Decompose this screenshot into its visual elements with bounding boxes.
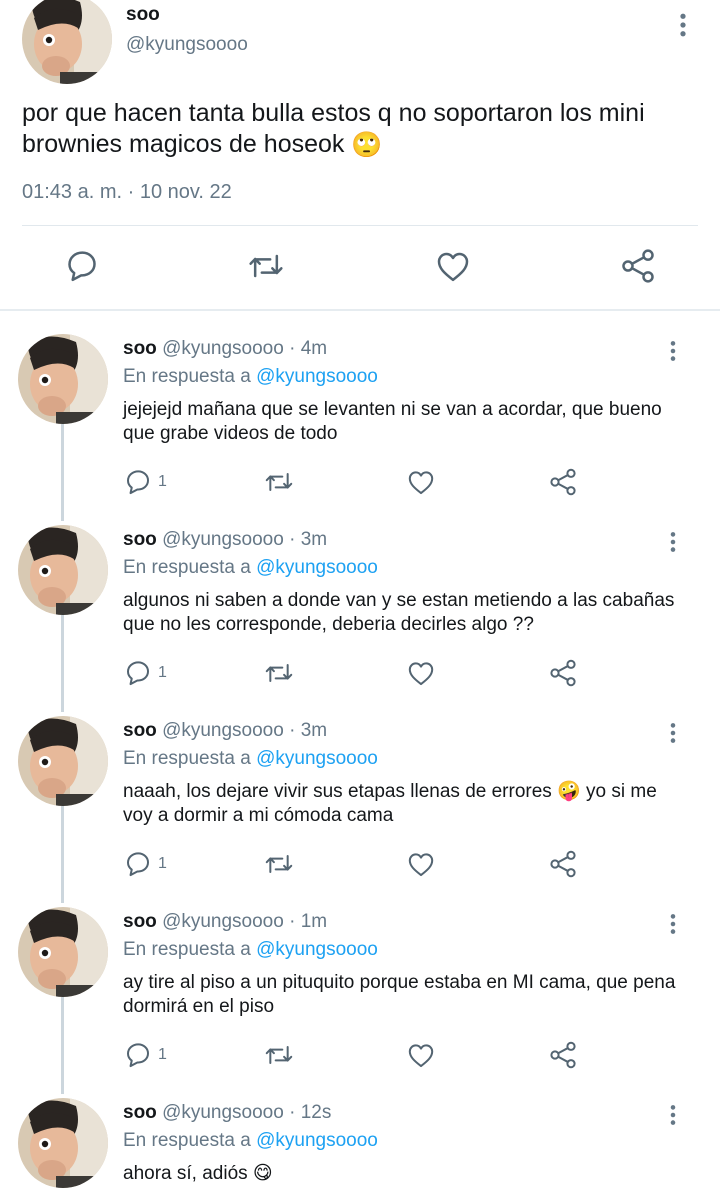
reply-tweet[interactable]: soo @kyungsoooo · 1m En respuesta a @kyu…: [0, 885, 720, 1076]
reply-header[interactable]: soo @kyungsoooo · 12s: [123, 1102, 331, 1124]
author-handle[interactable]: @kyungsoooo · 1m: [162, 911, 327, 932]
reply-icon[interactable]: [122, 848, 154, 880]
tweet-text-content: ahora sí, adiós: [123, 1163, 248, 1185]
reply-header[interactable]: soo @kyungsoooo · 3m: [123, 720, 327, 742]
section-separator: [0, 309, 720, 311]
like-icon[interactable]: [405, 1039, 437, 1071]
reply-count: 1: [158, 473, 167, 490]
reply-count: 1: [158, 664, 167, 681]
avatar[interactable]: [18, 1098, 108, 1188]
share-icon[interactable]: [547, 466, 579, 498]
retweet-icon[interactable]: [263, 848, 295, 880]
in-reply-to: En respuesta a @kyungsoooo: [123, 1130, 378, 1152]
avatar[interactable]: [18, 907, 108, 997]
in-reply-to: En respuesta a @kyungsoooo: [123, 748, 378, 770]
more-icon[interactable]: [660, 1100, 686, 1130]
retweet-icon[interactable]: [263, 1039, 295, 1071]
author-handle[interactable]: @kyungsoooo · 3m: [162, 529, 327, 550]
reply-icon[interactable]: [122, 657, 154, 689]
reply-tweet[interactable]: soo @kyungsoooo · 3m En respuesta a @kyu…: [0, 694, 720, 885]
more-icon[interactable]: [660, 527, 686, 557]
share-icon[interactable]: [547, 1039, 579, 1071]
in-reply-prefix: En respuesta a: [123, 748, 251, 769]
like-icon[interactable]: [405, 848, 437, 880]
share-icon[interactable]: [547, 848, 579, 880]
tweet-text-content: por que hacen tanta bulla estos q no sop…: [22, 99, 645, 158]
reply-tweet[interactable]: soo @kyungsoooo · 3m En respuesta a @kyu…: [0, 503, 720, 694]
author-handle[interactable]: @kyungsoooo: [126, 34, 248, 56]
tweet-text: ay tire al piso a un pituquito porque es…: [123, 972, 676, 1017]
mention-link[interactable]: @kyungsoooo: [256, 1130, 378, 1151]
reply-count: 1: [158, 855, 167, 872]
avatar[interactable]: [18, 525, 108, 615]
face-with-rolling-eyes-emoji: 🙄: [351, 130, 383, 159]
in-reply-prefix: En respuesta a: [123, 557, 251, 578]
avatar[interactable]: [22, 0, 112, 84]
avatar[interactable]: [18, 334, 108, 424]
zany-face-emoji: 🤪: [557, 781, 581, 802]
more-icon[interactable]: [660, 336, 686, 366]
in-reply-prefix: En respuesta a: [123, 1130, 251, 1151]
tweet-text: ahora sí, adiós 😋: [123, 1162, 683, 1186]
reply-header[interactable]: soo @kyungsoooo · 3m: [123, 529, 327, 551]
main-tweet[interactable]: soo @kyungsoooo por que hacen tanta bull…: [0, 0, 720, 310]
author-handle[interactable]: @kyungsoooo · 12s: [162, 1102, 331, 1123]
mention-link[interactable]: @kyungsoooo: [256, 557, 378, 578]
like-icon[interactable]: [405, 657, 437, 689]
in-reply-to: En respuesta a @kyungsoooo: [123, 557, 378, 579]
more-icon[interactable]: [668, 10, 698, 40]
reply-icon[interactable]: [122, 466, 154, 498]
tweet-text: naaah, los dejare vivir sus etapas llena…: [123, 780, 683, 828]
more-icon[interactable]: [660, 718, 686, 748]
author-name[interactable]: soo: [123, 1102, 157, 1123]
author-handle[interactable]: @kyungsoooo · 4m: [162, 338, 327, 359]
tweet-text: jejejejd mañana que se levanten ni se va…: [123, 399, 662, 444]
tweet-text: algunos ni saben a donde van y se estan …: [123, 590, 675, 635]
author-name[interactable]: soo: [126, 4, 160, 26]
reply-icon[interactable]: [122, 1039, 154, 1071]
in-reply-to: En respuesta a @kyungsoooo: [123, 366, 378, 388]
in-reply-to: En respuesta a @kyungsoooo: [123, 939, 378, 961]
reply-header[interactable]: soo @kyungsoooo · 1m: [123, 911, 327, 933]
mention-link[interactable]: @kyungsoooo: [256, 366, 378, 387]
tweet-text: por que hacen tanta bulla estos q no sop…: [22, 98, 692, 161]
share-icon[interactable]: [618, 246, 658, 286]
share-icon[interactable]: [547, 657, 579, 689]
in-reply-prefix: En respuesta a: [123, 366, 251, 387]
tweet-timestamp[interactable]: 01:43 a. m. · 10 nov. 22: [22, 181, 232, 204]
avatar[interactable]: [18, 716, 108, 806]
reply-count: 1: [158, 1046, 167, 1063]
in-reply-prefix: En respuesta a: [123, 939, 251, 960]
author-handle[interactable]: @kyungsoooo · 3m: [162, 720, 327, 741]
reply-tweet[interactable]: soo @kyungsoooo · 12s En respuesta a @ky…: [0, 1076, 720, 1192]
face-savoring-food-emoji: 😋: [252, 1163, 273, 1184]
tweet-text-part: naaah, los dejare vivir sus etapas llena…: [123, 781, 552, 803]
author-name[interactable]: soo: [123, 529, 157, 550]
retweet-icon[interactable]: [263, 657, 295, 689]
like-icon[interactable]: [405, 466, 437, 498]
author-name[interactable]: soo: [123, 338, 157, 359]
divider: [22, 225, 698, 226]
author-name[interactable]: soo: [123, 911, 157, 932]
reply-header[interactable]: soo @kyungsoooo · 4m: [123, 338, 327, 360]
mention-link[interactable]: @kyungsoooo: [256, 748, 378, 769]
reply-icon[interactable]: [62, 246, 102, 286]
mention-link[interactable]: @kyungsoooo: [256, 939, 378, 960]
retweet-icon[interactable]: [246, 246, 286, 286]
reply-tweet[interactable]: soo @kyungsoooo · 4m En respuesta a @kyu…: [0, 312, 720, 503]
like-icon[interactable]: [433, 246, 473, 286]
retweet-icon[interactable]: [263, 466, 295, 498]
author-name[interactable]: soo: [123, 720, 157, 741]
more-icon[interactable]: [660, 909, 686, 939]
